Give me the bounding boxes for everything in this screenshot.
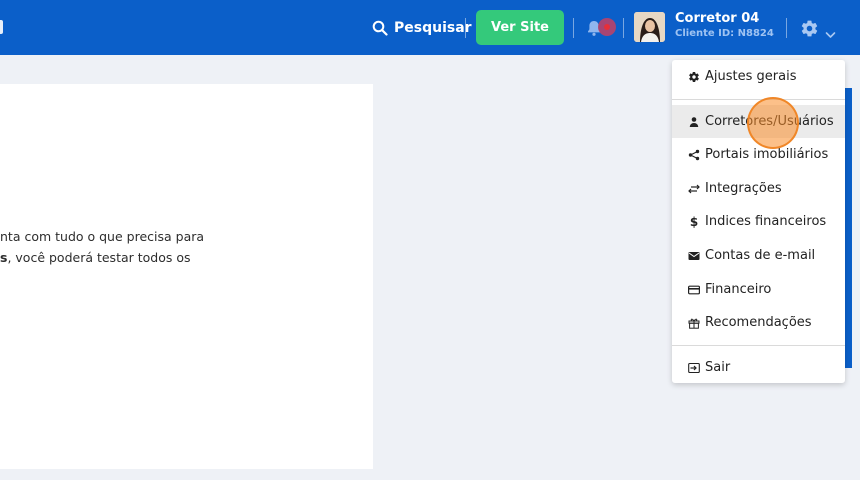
welcome-text-line-1: nta com tudo o que precisa para — [0, 229, 205, 244]
menu-item-label: Portais imobiliários — [705, 147, 829, 162]
menu-item-label: Sair — [705, 360, 731, 375]
menu-item-ajustes-gerais[interactable]: Ajustes gerais — [672, 60, 845, 93]
menu-item-recomendacoes[interactable]: Recomendações — [672, 306, 845, 339]
menu-item-label: Integrações — [705, 181, 782, 196]
welcome-text-line-2: s, você poderá testar todos os — [0, 247, 373, 268]
search-icon — [372, 20, 388, 36]
welcome-card: nta com tudo o que precisa para s, você … — [0, 84, 373, 469]
welcome-text: nta com tudo o que precisa para s, você … — [0, 226, 373, 268]
menu-item-label: Financeiro — [705, 282, 772, 297]
top-header: Pesquisar Ver Site Corretor 04 Cliente I… — [0, 0, 860, 55]
chevron-down-icon[interactable] — [825, 24, 836, 38]
menu-item-label: Recomendações — [705, 315, 812, 330]
header-divider — [623, 18, 624, 38]
menu-item-financeiro[interactable]: Financeiro — [672, 273, 845, 306]
search-button[interactable]: Pesquisar — [372, 17, 472, 39]
user-name: Corretor 04 — [675, 11, 760, 26]
menu-item-portais-imobiliarios[interactable]: Portais imobiliários — [672, 138, 845, 171]
logout-icon — [688, 362, 700, 374]
header-divider — [786, 18, 787, 38]
notification-badge — [598, 18, 616, 36]
gift-icon — [688, 317, 700, 329]
envelope-icon — [688, 250, 700, 262]
client-id: Cliente ID: N8824 — [675, 28, 774, 39]
search-label: Pesquisar — [394, 20, 472, 36]
person-icon — [688, 116, 700, 128]
gear-icon — [688, 71, 700, 83]
menu-item-corretores-usuarios[interactable]: Corretores/Usuários — [672, 105, 845, 138]
dollar-icon: $ — [689, 214, 699, 229]
menu-item-label: Contas de e-mail — [705, 248, 816, 263]
menu-item-label: Indices financeiros — [705, 214, 827, 229]
menu-item-contas-de-email[interactable]: Contas de e-mail — [672, 239, 845, 272]
avatar-photo — [634, 12, 665, 42]
credit-card-icon — [688, 284, 700, 296]
menu-divider — [672, 345, 845, 346]
header-divider — [465, 18, 466, 38]
menu-item-label: Corretores/Usuários — [705, 114, 834, 129]
side-accent-bar — [844, 88, 852, 368]
settings-dropdown-menu: Ajustes gerais Corretores/Usuários Porta… — [672, 60, 845, 383]
menu-item-indices-financeiros[interactable]: $ Indices financeiros — [672, 205, 845, 238]
header-divider — [573, 18, 574, 38]
settings-menu-button[interactable] — [800, 19, 820, 39]
menu-item-label: Ajustes gerais — [705, 69, 797, 84]
welcome-text-rest: , você poderá testar todos os — [7, 250, 191, 265]
menu-item-integracoes[interactable]: Integrações — [672, 172, 845, 205]
ver-site-button[interactable]: Ver Site — [476, 10, 564, 45]
header-edge-marker — [0, 20, 3, 34]
menu-divider — [672, 99, 845, 100]
share-icon — [688, 149, 700, 161]
menu-item-sair[interactable]: Sair — [672, 351, 845, 384]
swap-arrows-icon — [688, 183, 700, 195]
gear-icon — [801, 20, 818, 37]
avatar[interactable] — [634, 12, 665, 42]
